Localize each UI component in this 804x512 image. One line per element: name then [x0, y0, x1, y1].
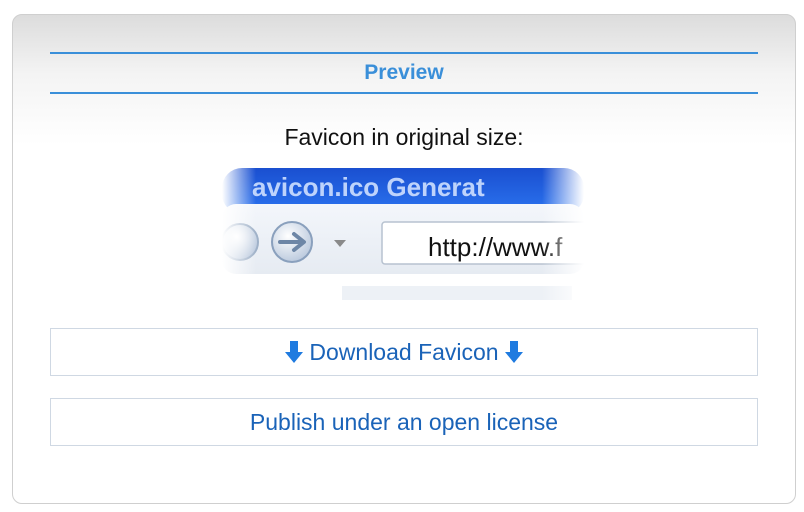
preview-title-text: avicon.ico Generat	[252, 172, 485, 202]
publish-license-button[interactable]: Publish under an open license	[50, 398, 758, 446]
arrow-down-icon	[504, 341, 523, 363]
download-favicon-button[interactable]: Download Favicon	[50, 328, 758, 376]
download-favicon-label: Download Favicon	[309, 338, 499, 365]
favicon-caption: Favicon in original size:	[284, 124, 524, 150]
preview-heading: Preview	[364, 61, 444, 84]
favicon-browser-preview: avicon.ico Generat http://www.f	[222, 164, 584, 300]
publish-license-label: Publish under an open license	[249, 408, 559, 435]
preview-heading-bar: Preview	[50, 52, 758, 94]
arrow-down-icon	[285, 341, 304, 363]
browser-preview-image: avicon.ico Generat http://www.f	[222, 164, 584, 300]
